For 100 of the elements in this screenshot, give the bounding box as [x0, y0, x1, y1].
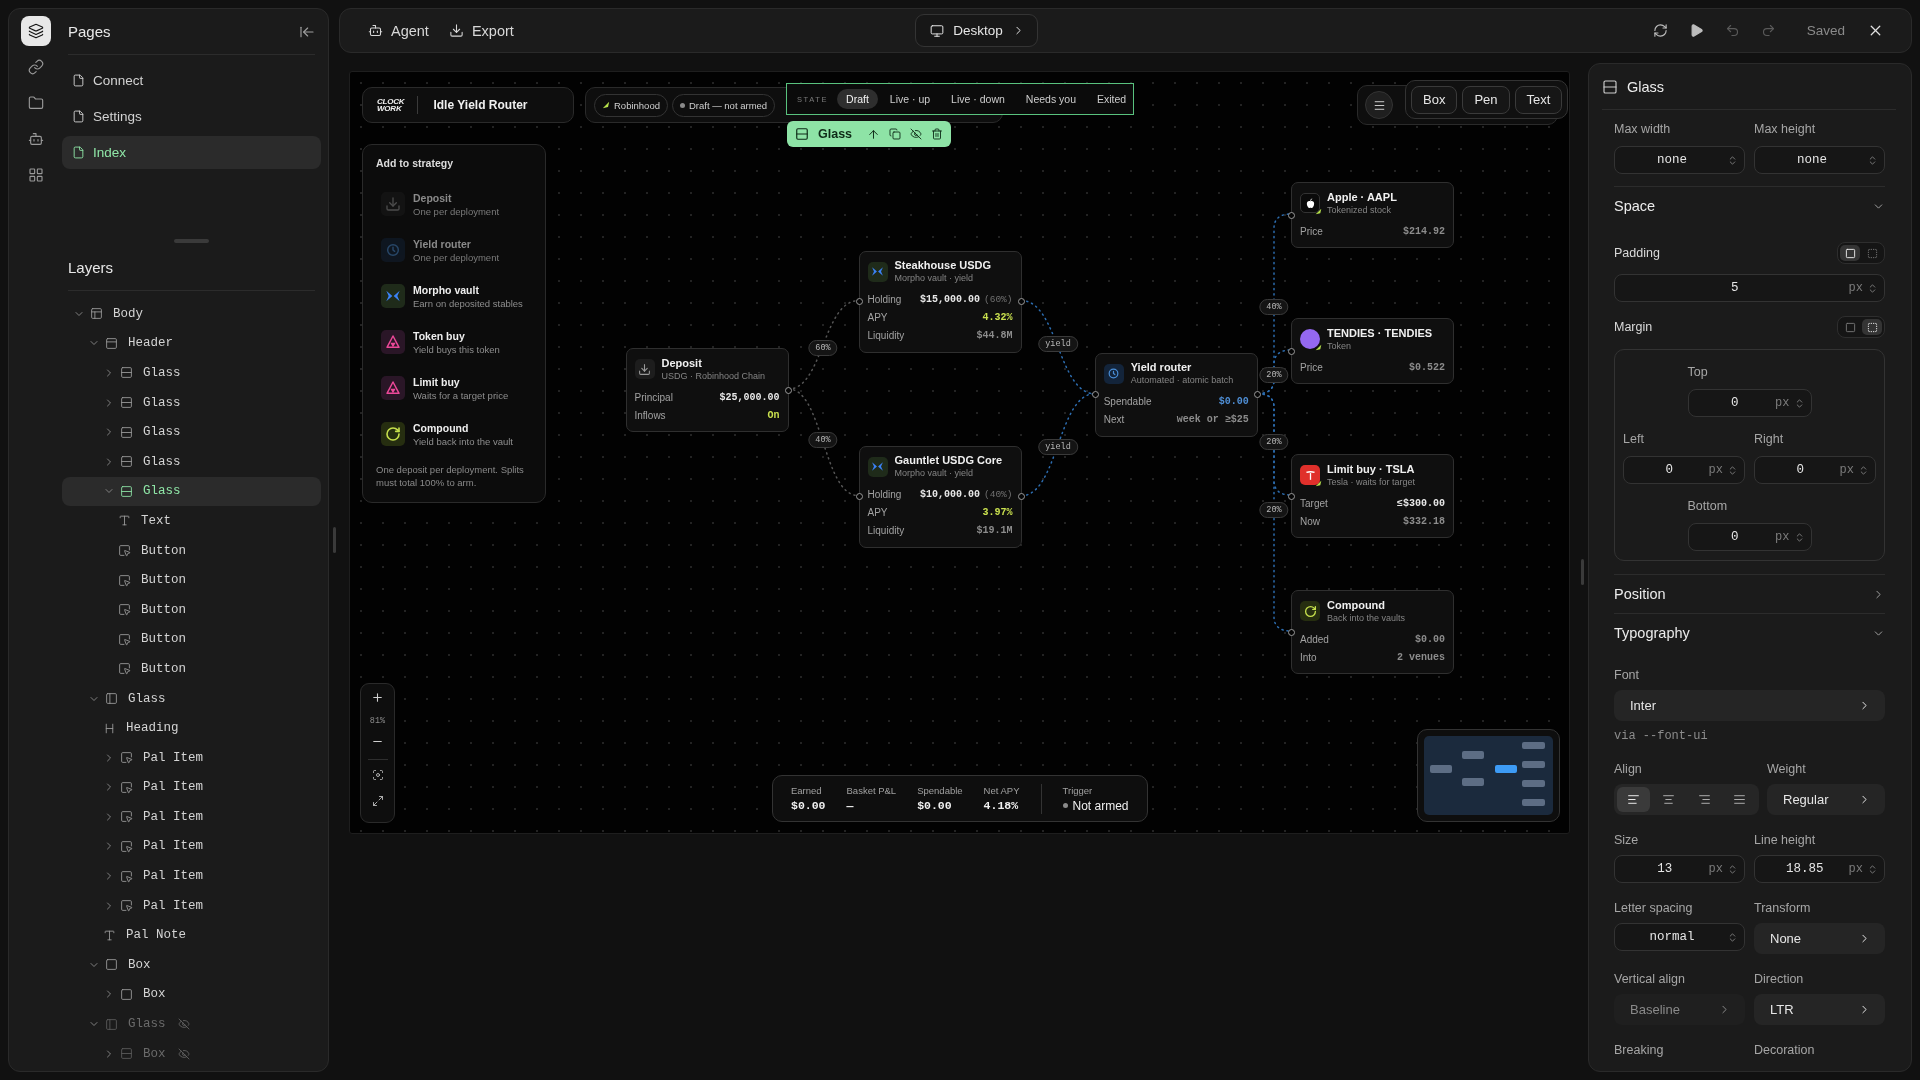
- port-icon[interactable]: [1288, 211, 1295, 219]
- layer-item[interactable]: Pal Item: [62, 890, 321, 921]
- resize-handle[interactable]: [1580, 558, 1584, 585]
- layer-item[interactable]: Glass: [62, 358, 321, 388]
- page-item[interactable]: Settings: [62, 100, 321, 133]
- stepper-icon[interactable]: [1867, 282, 1878, 294]
- section-header[interactable]: Position: [1614, 575, 1885, 613]
- plus-icon[interactable]: [371, 691, 384, 704]
- node-card[interactable]: TENDIES · TENDIES Token Price $0.522: [1291, 318, 1454, 384]
- number-field[interactable]: none: [1614, 146, 1745, 174]
- port-icon[interactable]: [855, 298, 863, 306]
- port-icon[interactable]: [1091, 391, 1099, 399]
- agent-button[interactable]: Agent: [364, 22, 433, 39]
- node-card[interactable]: Limit buy · TSLA Tesla · waits for target Target ≤$300.00 Now $332.18: [1291, 454, 1454, 538]
- mode-button[interactable]: [1840, 245, 1860, 261]
- state-tab[interactable]: Live · down: [942, 89, 1014, 109]
- mode-button[interactable]: [1862, 319, 1882, 335]
- align-button[interactable]: [1617, 787, 1651, 812]
- play-icon[interactable]: [1689, 23, 1705, 38]
- expand-icon[interactable]: [371, 795, 384, 807]
- layer-item[interactable]: Pal Item: [62, 802, 321, 832]
- refresh-icon[interactable]: [1653, 23, 1669, 38]
- layer-item[interactable]: Glass: [62, 417, 321, 447]
- stepper-icon[interactable]: [1727, 464, 1738, 476]
- tool-button[interactable]: Text: [1514, 85, 1563, 114]
- port-icon[interactable]: [1017, 298, 1025, 306]
- select-field[interactable]: Regular: [1767, 784, 1885, 815]
- palette-item[interactable]: Token buy Yield buys this token: [375, 319, 533, 365]
- stepper-icon[interactable]: [1727, 154, 1738, 166]
- layer-item[interactable]: Pal Item: [62, 772, 321, 803]
- port-icon[interactable]: [1288, 628, 1295, 636]
- number-field[interactable]: 0 px: [1623, 456, 1745, 484]
- tool-button[interactable]: Pen: [1462, 85, 1510, 114]
- port-icon[interactable]: [1288, 492, 1295, 500]
- layer-item[interactable]: Glass: [62, 446, 321, 477]
- eye-off-icon[interactable]: [910, 128, 922, 140]
- port-icon[interactable]: [855, 493, 863, 501]
- arrow-up-icon[interactable]: [867, 127, 881, 141]
- layer-item[interactable]: Pal Item: [62, 831, 321, 862]
- minimap[interactable]: [1417, 729, 1560, 822]
- layer-item[interactable]: Glass: [62, 476, 321, 507]
- number-field[interactable]: 13 px: [1614, 855, 1745, 883]
- layer-item[interactable]: Button: [62, 624, 321, 655]
- layer-item[interactable]: Body: [62, 299, 321, 329]
- palette-item[interactable]: Morpho vault Earn on deposited stables: [375, 273, 533, 319]
- node-card[interactable]: Deposit USDG · Robinhood Chain Principal $25,000.00 Inflows On: [625, 348, 789, 432]
- layer-item[interactable]: Pal Item: [62, 861, 321, 891]
- layer-item[interactable]: Glass: [62, 387, 321, 418]
- port-icon[interactable]: [1288, 347, 1295, 355]
- copy-icon[interactable]: [889, 128, 901, 140]
- trash-icon[interactable]: [931, 128, 943, 140]
- number-field[interactable]: none: [1754, 146, 1885, 174]
- stepper-icon[interactable]: [1867, 154, 1878, 166]
- page-item[interactable]: Index: [62, 136, 321, 169]
- layer-item[interactable]: Heading: [62, 713, 321, 743]
- menu-button[interactable]: [1365, 91, 1393, 119]
- layer-item[interactable]: Pal Item: [62, 742, 321, 773]
- select-field[interactable]: Inter: [1614, 690, 1885, 721]
- port-icon[interactable]: [784, 386, 792, 394]
- layer-item[interactable]: Pal Note: [62, 920, 321, 951]
- stepper-icon[interactable]: [1727, 931, 1738, 943]
- port-icon[interactable]: [1253, 391, 1261, 399]
- number-field[interactable]: 5 px: [1614, 274, 1885, 302]
- state-tab[interactable]: Live · up: [880, 89, 940, 109]
- port-icon[interactable]: [1017, 493, 1025, 501]
- layer-item[interactable]: Button: [62, 654, 321, 684]
- layer-item[interactable]: Box: [62, 979, 321, 1010]
- layer-item[interactable]: Box: [62, 950, 321, 980]
- number-field[interactable]: 18.85 px: [1754, 855, 1885, 883]
- node-card[interactable]: Gauntlet USDG Core Morpho vault · yield Holding $10,000.00 (40%) APY 3.97% Liquidity $19.1M: [858, 445, 1022, 548]
- export-button[interactable]: Export: [444, 22, 518, 39]
- select-field[interactable]: None: [1754, 923, 1885, 954]
- layer-item[interactable]: Button: [62, 535, 321, 566]
- number-field[interactable]: 0 px: [1754, 456, 1876, 484]
- number-field[interactable]: 0 px: [1687, 389, 1812, 417]
- number-field[interactable]: 0 px: [1687, 523, 1812, 551]
- resize-handle[interactable]: [332, 527, 336, 553]
- layer-item[interactable]: Button: [62, 594, 321, 625]
- layer-item[interactable]: Button: [62, 565, 321, 595]
- number-field[interactable]: normal: [1614, 923, 1745, 951]
- stepper-icon[interactable]: [1858, 464, 1869, 476]
- palette-item[interactable]: Compound Yield back into the vault: [375, 411, 533, 457]
- select-field[interactable]: LTR: [1754, 994, 1885, 1025]
- state-tab[interactable]: Exited: [1088, 89, 1136, 109]
- page-item[interactable]: Connect: [62, 64, 321, 97]
- device-button[interactable]: Desktop: [915, 14, 1038, 47]
- stepper-icon[interactable]: [1867, 863, 1878, 875]
- tool-button[interactable]: Box: [1411, 85, 1458, 114]
- palette-item[interactable]: Limit buy Waits for a target price: [375, 365, 533, 411]
- node-card[interactable]: Apple · AAPL Tokenized stock Price $214.92: [1291, 182, 1454, 248]
- section-header[interactable]: Typography: [1614, 614, 1885, 652]
- layer-item[interactable]: Glass: [62, 683, 321, 714]
- focus-icon[interactable]: [371, 769, 384, 781]
- state-tab[interactable]: Draft: [837, 89, 878, 109]
- layer-item[interactable]: Header: [62, 328, 321, 359]
- rail-tab[interactable]: [20, 16, 51, 46]
- stepper-icon[interactable]: [1727, 863, 1738, 875]
- layer-item[interactable]: Text: [62, 506, 321, 536]
- node-card[interactable]: Steakhouse USDG Morpho vault · yield Holding $15,000.00 (60%) APY 4.32% Liquidity $44.8M: [858, 250, 1022, 353]
- node-card[interactable]: Compound Back into the vaults Added $0.00 Into 2 venues: [1291, 590, 1454, 674]
